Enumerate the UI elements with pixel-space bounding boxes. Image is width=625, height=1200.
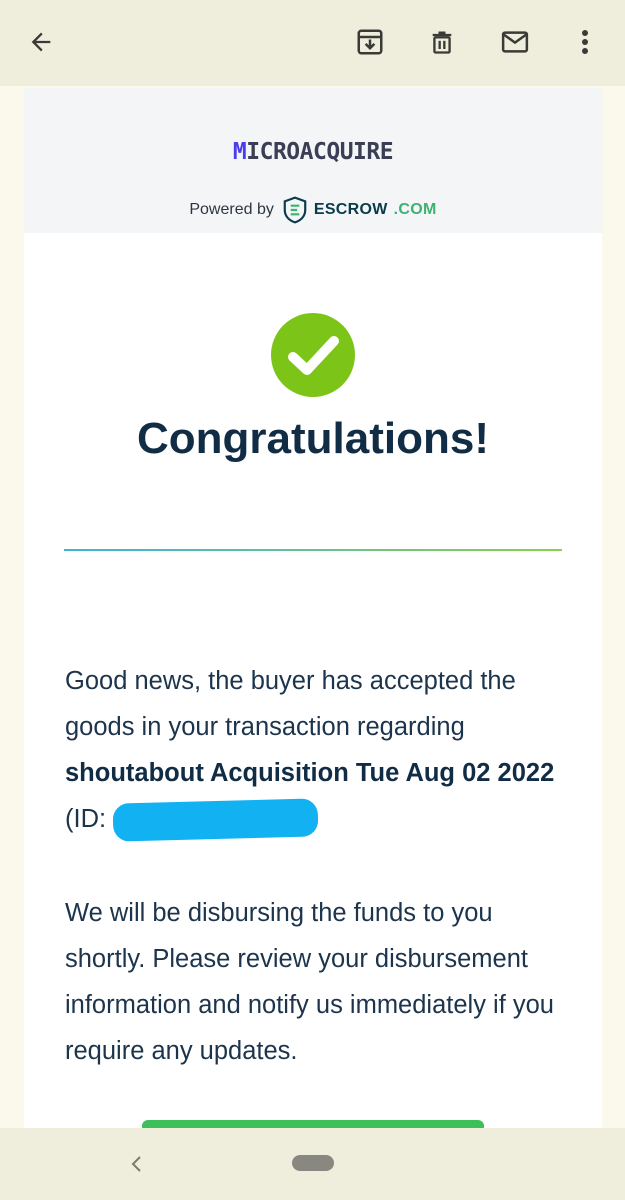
back-arrow-icon[interactable] [17, 18, 65, 66]
escrow-name: ESCROW [313, 201, 388, 218]
powered-by-line: Powered by ESCROW .COM [24, 196, 602, 224]
success-check-icon [270, 312, 356, 398]
mail-icon[interactable] [491, 18, 539, 66]
top-app-bar [0, 0, 625, 86]
nav-back-icon[interactable] [124, 1150, 148, 1178]
home-pill[interactable] [292, 1155, 334, 1171]
trash-icon[interactable] [418, 18, 466, 66]
powered-by-label: Powered by [189, 201, 274, 218]
archive-icon[interactable] [346, 18, 394, 66]
logo-initial: M [232, 139, 247, 165]
logo-rest: ICROACQUIRE [246, 139, 394, 165]
microacquire-logo[interactable]: MICROACQUIRE [24, 139, 602, 165]
transaction-id-label: (ID: [65, 805, 114, 833]
para1-text: Good news, the buyer has accepted the go… [65, 667, 516, 741]
transaction-name: shoutabout Acquisition Tue Aug 02 2022 [65, 759, 555, 787]
escrow-logo[interactable]: ESCROW .COM [282, 196, 437, 224]
disbursement-paragraph: We will be disbursing the funds to you s… [65, 899, 554, 1065]
congratulations-heading: Congratulations! [137, 414, 489, 463]
escrow-suffix: .COM [393, 201, 437, 218]
escrow-shield-icon [283, 196, 307, 224]
gradient-divider [64, 549, 562, 551]
email-body: MICROACQUIRE Powered by ESCROW .COM Congr… [24, 88, 602, 1128]
redacted-transaction-id [112, 798, 319, 842]
email-header: MICROACQUIRE Powered by ESCROW .COM [24, 88, 602, 233]
acceptance-paragraph: Good news, the buyer has accepted the go… [65, 658, 565, 842]
more-vert-icon[interactable] [561, 18, 609, 66]
cta-button[interactable] [142, 1120, 484, 1128]
system-nav-bar [0, 1128, 625, 1200]
